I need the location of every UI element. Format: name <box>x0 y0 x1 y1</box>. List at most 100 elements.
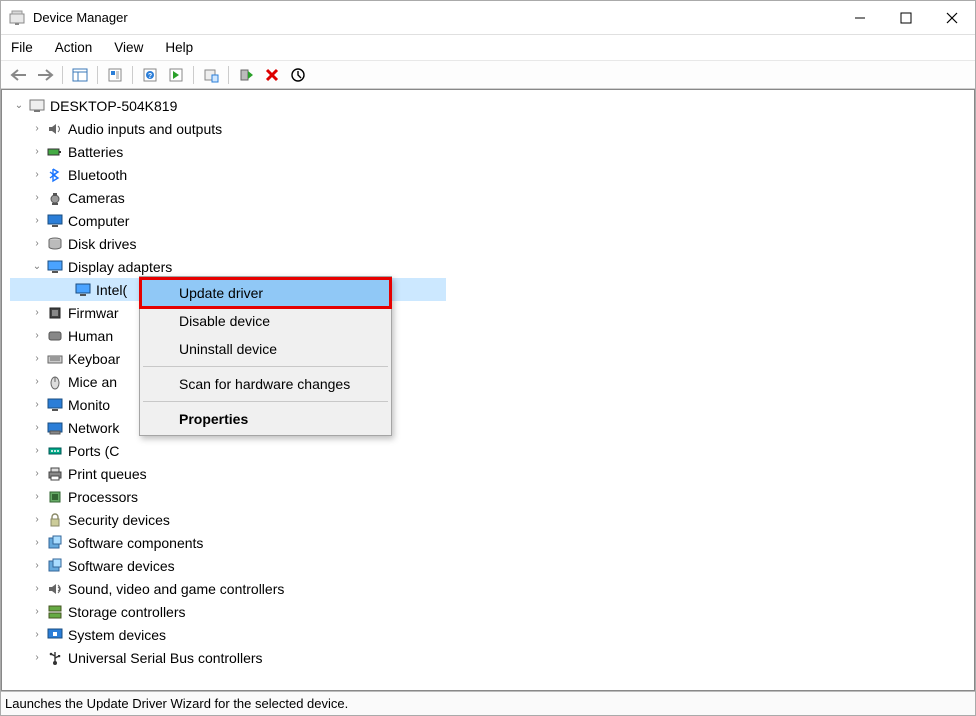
expander-right-icon[interactable]: › <box>30 583 44 594</box>
tree-category-label: Display adapters <box>68 259 172 275</box>
tree-category[interactable]: ›Disk drives <box>10 232 966 255</box>
window-title: Device Manager <box>33 10 128 25</box>
tree-category-label: Print queues <box>68 466 147 482</box>
port-icon <box>46 442 64 460</box>
expander-right-icon[interactable]: › <box>30 606 44 617</box>
tree-category[interactable]: ›Sound, video and game controllers <box>10 577 966 600</box>
tree-category-label: Cameras <box>68 190 125 206</box>
expander-right-icon[interactable]: › <box>30 192 44 203</box>
tree-root[interactable]: ⌄ DESKTOP-504K819 <box>10 94 966 117</box>
menu-help[interactable]: Help <box>163 38 195 57</box>
display-icon <box>46 258 64 276</box>
uninstall-device-button[interactable] <box>260 64 284 86</box>
update-driver-button[interactable] <box>199 64 223 86</box>
tree-category[interactable]: › Print queues <box>10 462 966 485</box>
hid-icon <box>46 327 64 345</box>
context-menu-uninstall-device[interactable]: Uninstall device <box>141 335 390 363</box>
expander-down-icon[interactable]: ⌄ <box>12 100 26 111</box>
toolbar: ? <box>1 61 975 89</box>
keyboard-icon <box>46 350 64 368</box>
nav-forward-button[interactable] <box>33 64 57 86</box>
expander-right-icon[interactable]: › <box>30 123 44 134</box>
security-icon <box>46 511 64 529</box>
scan-hardware-button[interactable] <box>164 64 188 86</box>
maximize-button[interactable] <box>883 1 929 34</box>
tree-category[interactable]: ›Ports (C <box>10 439 966 462</box>
display-icon <box>74 281 92 299</box>
context-menu-separator <box>143 366 388 367</box>
software-icon <box>46 557 64 575</box>
tree-category[interactable]: › Cameras <box>10 186 966 209</box>
expander-right-icon[interactable]: › <box>30 560 44 571</box>
tree-category-label: Audio inputs and outputs <box>68 121 222 137</box>
expander-right-icon[interactable]: › <box>30 491 44 502</box>
minimize-button[interactable] <box>837 1 883 34</box>
context-menu-disable-device[interactable]: Disable device <box>141 307 390 335</box>
tree-category-label: System devices <box>68 627 166 643</box>
context-menu-properties[interactable]: Properties <box>141 405 390 433</box>
expander-right-icon[interactable]: › <box>30 629 44 640</box>
tree-category[interactable]: › Audio inputs and outputs <box>10 117 966 140</box>
tree-category[interactable]: ›Batteries <box>10 140 966 163</box>
system-icon <box>46 626 64 644</box>
expander-down-icon[interactable]: ⌄ <box>30 261 44 272</box>
monitor-icon <box>46 212 64 230</box>
nav-back-button[interactable] <box>7 64 31 86</box>
title-bar: Device Manager <box>1 1 975 35</box>
menu-file[interactable]: File <box>9 38 35 57</box>
context-menu-separator <box>143 401 388 402</box>
menu-view[interactable]: View <box>112 38 145 57</box>
expander-right-icon[interactable]: › <box>30 146 44 157</box>
computer-icon <box>28 97 46 115</box>
tree-category[interactable]: › Bluetooth <box>10 163 966 186</box>
network-icon <box>46 419 64 437</box>
tree-category[interactable]: ›Security devices <box>10 508 966 531</box>
properties-button[interactable] <box>103 64 127 86</box>
tree-category[interactable]: › System devices <box>10 623 966 646</box>
expander-right-icon[interactable]: › <box>30 445 44 456</box>
disable-device-button[interactable] <box>286 64 310 86</box>
tree-category-label: Keyboar <box>68 351 120 367</box>
expander-right-icon[interactable]: › <box>30 537 44 548</box>
software-icon <box>46 534 64 552</box>
usb-icon <box>46 649 64 667</box>
expander-right-icon[interactable]: › <box>30 215 44 226</box>
expander-right-icon[interactable]: › <box>30 330 44 341</box>
menu-bar: File Action View Help <box>1 35 975 61</box>
tree-category-label: Computer <box>68 213 129 229</box>
storage-icon <box>46 603 64 621</box>
menu-action[interactable]: Action <box>53 38 95 57</box>
tree-category[interactable]: ›Storage controllers <box>10 600 966 623</box>
expander-right-icon[interactable]: › <box>30 307 44 318</box>
printer-icon <box>46 465 64 483</box>
tree-category-label: Mice an <box>68 374 117 390</box>
tree-category[interactable]: ⌄ Display adapters <box>10 255 966 278</box>
help-button[interactable]: ? <box>138 64 162 86</box>
expander-right-icon[interactable]: › <box>30 399 44 410</box>
context-menu-scan-hardware[interactable]: Scan for hardware changes <box>141 370 390 398</box>
context-menu: Update driver Disable device Uninstall d… <box>139 276 392 436</box>
tree-category-label: Human <box>68 328 113 344</box>
bluetooth-icon <box>46 166 64 184</box>
context-menu-update-driver[interactable]: Update driver <box>141 279 390 307</box>
expander-right-icon[interactable]: › <box>30 514 44 525</box>
device-tree[interactable]: ⌄ DESKTOP-504K819 › Audio inputs and outp… <box>1 89 975 691</box>
tree-category-label: Universal Serial Bus controllers <box>68 650 263 666</box>
tree-category[interactable]: ›Software components <box>10 531 966 554</box>
expander-right-icon[interactable]: › <box>30 376 44 387</box>
expander-right-icon[interactable]: › <box>30 468 44 479</box>
expander-right-icon[interactable]: › <box>30 169 44 180</box>
sound-icon <box>46 580 64 598</box>
expander-right-icon[interactable]: › <box>30 353 44 364</box>
close-button[interactable] <box>929 1 975 34</box>
expander-right-icon[interactable]: › <box>30 422 44 433</box>
tree-category-label: Bluetooth <box>68 167 127 183</box>
expander-right-icon[interactable]: › <box>30 238 44 249</box>
tree-category[interactable]: ›Processors <box>10 485 966 508</box>
show-hide-tree-button[interactable] <box>68 64 92 86</box>
enable-device-button[interactable] <box>234 64 258 86</box>
tree-category[interactable]: › Computer <box>10 209 966 232</box>
tree-category[interactable]: › Universal Serial Bus controllers <box>10 646 966 669</box>
tree-category[interactable]: ›Software devices <box>10 554 966 577</box>
expander-right-icon[interactable]: › <box>30 652 44 663</box>
